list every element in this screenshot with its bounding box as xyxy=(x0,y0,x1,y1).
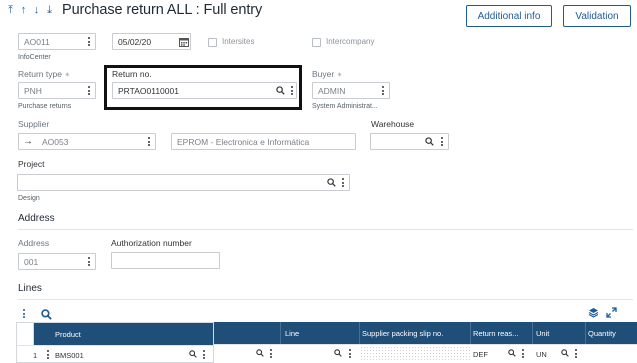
return-reason-cell[interactable]: DEF xyxy=(473,350,488,359)
lines-menu-icon[interactable] xyxy=(22,307,26,320)
return-type-field[interactable]: PNH xyxy=(18,82,96,99)
date-field[interactable]: 05/02/20 xyxy=(112,33,191,50)
search-icon[interactable] xyxy=(189,350,197,358)
lines-section-title: Lines xyxy=(18,283,42,294)
section-divider xyxy=(18,229,633,230)
calendar-icon[interactable] xyxy=(179,37,189,47)
lines-table-fixed: Product 1 BMS001 xyxy=(16,322,214,363)
table-row[interactable]: 1 BMS001 xyxy=(17,345,213,363)
table-row[interactable]: DEF UN xyxy=(214,344,637,362)
search-icon[interactable] xyxy=(256,349,264,357)
more-options-icon[interactable] xyxy=(381,84,385,97)
row-number: 1 xyxy=(33,351,38,360)
search-icon[interactable] xyxy=(508,349,516,357)
project-field[interactable] xyxy=(17,174,350,191)
return-type-description: Purchase returns xyxy=(18,103,72,110)
authorization-number-field[interactable] xyxy=(111,252,220,269)
supplier-packing-slip-cell[interactable] xyxy=(360,346,470,361)
buyer-description: System Administrat... xyxy=(312,103,378,110)
more-options-icon[interactable] xyxy=(521,347,525,360)
more-options-icon[interactable] xyxy=(269,347,273,360)
page-title: Purchase return ALL : Full entry xyxy=(62,2,263,18)
required-icon: ✶ xyxy=(64,72,71,79)
more-options-icon[interactable] xyxy=(574,347,578,360)
supplier-label: Supplier xyxy=(18,119,50,129)
search-icon[interactable] xyxy=(425,137,434,146)
intersites-checkbox[interactable] xyxy=(208,38,217,47)
address-field[interactable]: 001 xyxy=(18,253,96,270)
site-field[interactable]: AO011 xyxy=(18,33,96,50)
more-options-icon[interactable] xyxy=(202,348,206,361)
search-icon[interactable] xyxy=(276,86,285,95)
lines-search-icon[interactable] xyxy=(41,309,52,320)
lines-table-scroll: Line Supplier packing slip no. Return re… xyxy=(214,322,637,363)
unit-cell[interactable]: UN xyxy=(536,350,547,359)
first-record-icon[interactable]: ⤒ xyxy=(6,4,15,17)
authorization-number-label: Authorization number xyxy=(111,238,192,248)
return-no-label: Return no. xyxy=(112,69,152,79)
column-header-supplier-packing-slip[interactable]: Supplier packing slip no. xyxy=(362,329,443,338)
warehouse-field[interactable] xyxy=(370,133,449,150)
intercompany-checkbox[interactable] xyxy=(312,38,321,47)
buyer-label: Buyer ✶ xyxy=(312,69,343,79)
intercompany-label: Intercompany xyxy=(326,37,375,46)
more-options-icon[interactable] xyxy=(147,135,151,148)
next-record-icon[interactable]: ↓ xyxy=(32,4,41,17)
more-options-icon[interactable] xyxy=(348,347,352,360)
column-header-quantity[interactable]: Quantity xyxy=(588,329,616,338)
supplier-link-arrow-icon[interactable]: → xyxy=(23,136,33,147)
intersites-label: Intersites xyxy=(222,37,255,46)
return-type-label: Return type ✶ xyxy=(18,69,71,79)
more-options-icon[interactable] xyxy=(290,84,294,97)
section-divider xyxy=(18,299,633,300)
supplier-field[interactable]: → AO053 xyxy=(18,133,156,150)
required-icon: ✶ xyxy=(336,72,343,79)
search-icon[interactable] xyxy=(334,349,342,357)
address-section-title: Address xyxy=(18,213,55,224)
previous-record-icon[interactable]: ↑ xyxy=(19,4,28,17)
site-description: InfoCenter xyxy=(18,54,51,61)
last-record-icon[interactable]: ⤓ xyxy=(45,4,54,17)
additional-info-button[interactable]: Additional info xyxy=(466,5,552,27)
search-icon[interactable] xyxy=(327,178,336,187)
more-options-icon[interactable] xyxy=(440,135,444,148)
address-label: Address xyxy=(18,238,50,248)
record-navigation: ⤒ ↑ ↓ ⤓ xyxy=(6,4,54,17)
row-number-header xyxy=(17,323,34,345)
expand-icon[interactable] xyxy=(606,307,617,318)
validation-button[interactable]: Validation xyxy=(563,5,631,27)
supplier-name-field: EPROM - Electronica e Informática xyxy=(171,133,356,150)
search-icon[interactable] xyxy=(561,349,569,357)
product-cell[interactable]: BMS001 xyxy=(55,351,84,360)
project-label: Project xyxy=(18,159,45,169)
table-header: Line Supplier packing slip no. Return re… xyxy=(214,322,637,344)
project-description: Design xyxy=(18,195,40,202)
column-header-unit[interactable]: Unit xyxy=(536,329,549,338)
more-options-icon[interactable] xyxy=(87,35,91,48)
column-header-return-reason[interactable]: Return reas... xyxy=(473,329,518,338)
return-no-field[interactable]: PRTAO0110001 xyxy=(112,82,297,99)
warehouse-label: Warehouse xyxy=(371,119,415,129)
more-options-icon[interactable] xyxy=(87,84,91,97)
more-options-icon[interactable] xyxy=(87,255,91,268)
column-header-product[interactable]: Product xyxy=(55,330,81,339)
row-menu-icon[interactable] xyxy=(46,348,50,361)
table-header: Product xyxy=(17,323,213,345)
more-options-icon[interactable] xyxy=(341,176,345,189)
buyer-field[interactable]: ADMIN xyxy=(312,82,390,99)
column-header-line[interactable]: Line xyxy=(285,329,299,338)
layers-icon[interactable] xyxy=(588,307,599,318)
